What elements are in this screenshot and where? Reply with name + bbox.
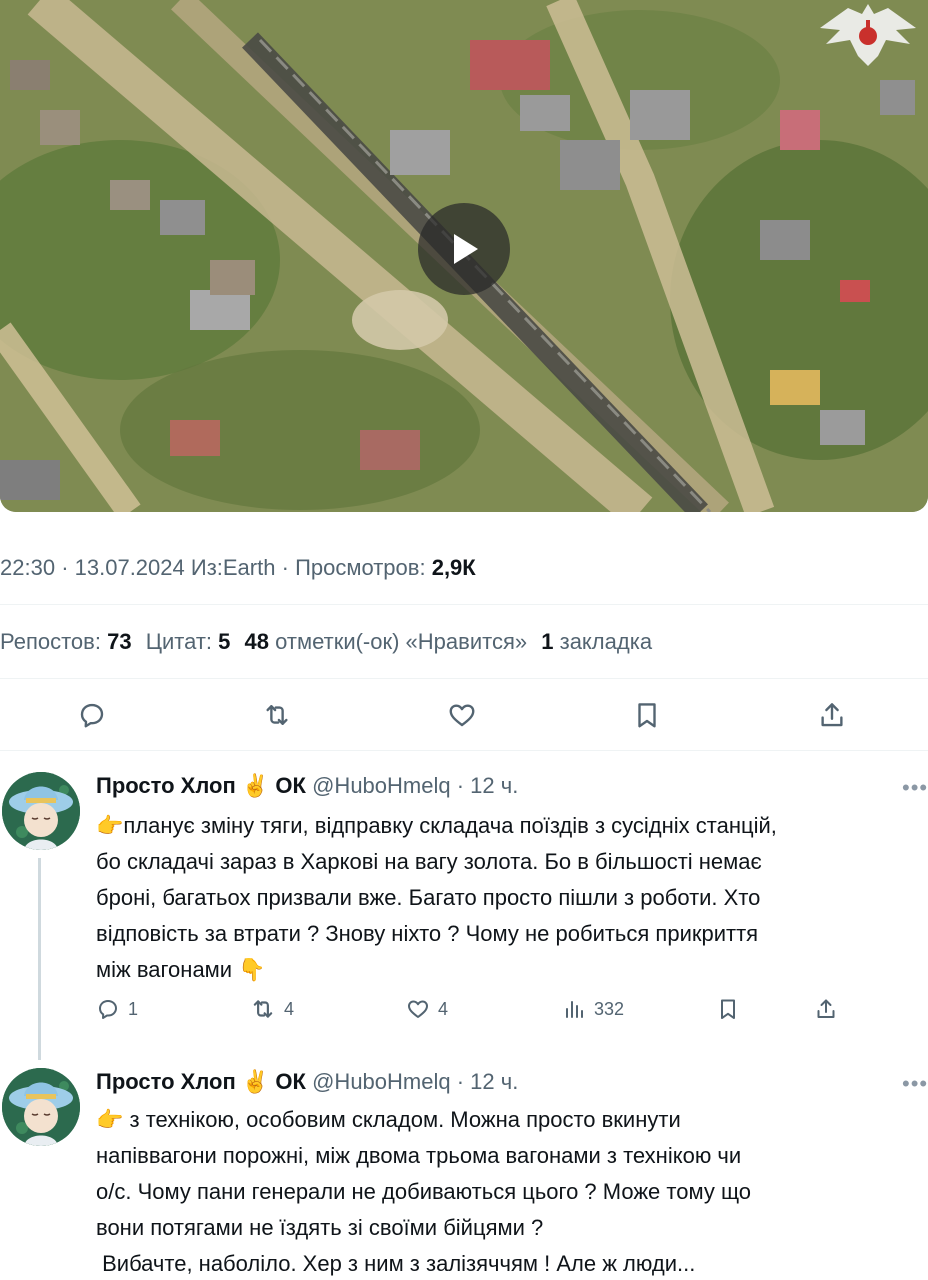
victory-hand-emoji: ✌️ (241, 774, 270, 799)
repost-icon (253, 1000, 273, 1018)
reply-header: Просто Хлоп ✌️ ОК @HuboHmelq · 12 ч. (96, 770, 518, 802)
reply-text-line: Вибачте, наболіло. Хер з ним з залізяччя… (96, 1251, 696, 1276)
play-button[interactable] (418, 203, 510, 295)
meta-dot: · (61, 555, 75, 580)
like-button[interactable]: 4 (406, 994, 448, 1024)
reply-text-line: бо складачі зараз в Харкові на вагу золо… (96, 849, 762, 874)
divider (0, 750, 928, 751)
reply-text-line: відповість за втрати ? Знову ніхто ? Чом… (96, 921, 759, 946)
tweet-action-bar (0, 686, 928, 744)
views-label: Просмотров: (295, 555, 426, 580)
reply-header: Просто Хлоп ✌️ ОК @HuboHmelq · 12 ч. (96, 1066, 518, 1098)
heart-icon (408, 1000, 428, 1018)
tweet-stats: Репостов: 73 Цитат: 5 48 отметки(-ок) «Н… (0, 626, 928, 658)
reply-button[interactable] (75, 698, 109, 732)
display-name[interactable]: Просто Хлоп (96, 773, 236, 798)
reply-text-line: 👉планує зміну тяги, відправку складача п… (96, 813, 777, 838)
like-button[interactable] (445, 698, 479, 732)
share-icon (821, 703, 843, 727)
bookmark-button[interactable] (630, 698, 664, 732)
share-button[interactable] (814, 994, 838, 1024)
bookmarks-count: 1 (541, 629, 554, 654)
reposts-count: 73 (107, 629, 132, 654)
reply-tweet[interactable]: Просто Хлоп ✌️ ОК @HuboHmelq · 12 ч. •••… (0, 1066, 928, 1280)
quotes-stat[interactable]: Цитат: 5 (146, 629, 231, 654)
bookmarks-stat[interactable]: 1 закладка (541, 629, 652, 654)
more-options-icon[interactable]: ••• (902, 777, 928, 806)
avatar-image (2, 1068, 80, 1146)
share-icon (817, 999, 835, 1018)
meta-dot: · (281, 555, 296, 580)
avatar-image (2, 772, 80, 850)
thread-line (38, 858, 41, 1060)
user-handle[interactable]: @HuboHmelq (312, 1069, 451, 1094)
reply-text-line: броні, багатьох призвали вже. Багато про… (96, 885, 761, 910)
reply-text: 👉планує зміну тяги, відправку складача п… (96, 808, 916, 988)
reply-tweet[interactable]: Просто Хлоп ✌️ ОК @HuboHmelq · 12 ч. •••… (0, 770, 928, 1060)
quotes-label: Цитат: (145, 629, 213, 654)
like-count: 4 (438, 998, 449, 1019)
reply-text-line: напіввагони порожні, між двома трьома ва… (96, 1143, 742, 1168)
likes-label: отметки(-ок) «Нравится» (275, 629, 528, 654)
likes-stat[interactable]: 48 отметки(-ок) «Нравится» (245, 629, 528, 654)
reply-icon (80, 703, 104, 728)
tweet-time[interactable]: 22:30 (0, 555, 55, 580)
tweet-date[interactable]: 13.07.2024 (75, 555, 185, 580)
play-icon (454, 234, 478, 264)
repost-count: 4 (284, 998, 295, 1019)
repost-button[interactable] (260, 698, 294, 732)
views-count: 2,9К (431, 555, 476, 580)
quotes-count: 5 (218, 629, 231, 654)
double-headed-eagle-emblem (820, 4, 916, 66)
repost-icon (266, 705, 288, 725)
reply-text-line: о/с. Чому пани генерали не добиваються ц… (96, 1179, 752, 1204)
bookmarks-label: закладка (559, 629, 653, 654)
display-name-suffix: ОК (275, 773, 306, 798)
user-handle[interactable]: @HuboHmelq (312, 773, 451, 798)
views-chart-icon (566, 1001, 583, 1018)
view-count: 332 (594, 998, 625, 1019)
share-button[interactable] (815, 698, 849, 732)
repost-button[interactable]: 4 (250, 994, 294, 1024)
reply-count: 1 (128, 998, 139, 1019)
reply-action-bar: 1 4 4 332 (96, 994, 876, 1024)
reply-time[interactable]: · 12 ч. (457, 1069, 519, 1094)
reply-icon (99, 1000, 117, 1019)
victory-hand-emoji: ✌️ (241, 1070, 270, 1095)
bookmark-icon (721, 999, 735, 1019)
reply-time[interactable]: · 12 ч. (457, 773, 519, 798)
tweet-video[interactable] (0, 0, 928, 512)
reply-text-line: 👉 з технікою, особовим складом. Можна пр… (96, 1107, 681, 1132)
reply-text-line: між вагонами 👇 (96, 957, 266, 982)
reposts-label: Репостов: (0, 629, 101, 654)
tweet-meta: 22:30 · 13.07.2024 Из:Earth · Просмотров… (0, 552, 928, 584)
bookmark-button[interactable] (716, 994, 740, 1024)
tweet-source: Из:Earth (190, 555, 276, 580)
divider (0, 678, 928, 679)
avatar[interactable] (2, 772, 80, 850)
bookmark-icon (638, 703, 656, 728)
reply-text: 👉 з технікою, особовим складом. Можна пр… (96, 1102, 916, 1280)
divider (0, 604, 928, 605)
views-button[interactable]: 332 (562, 994, 624, 1024)
reposts-stat[interactable]: Репостов: 73 (0, 629, 132, 654)
avatar[interactable] (2, 1068, 80, 1146)
heart-icon (449, 704, 475, 727)
display-name[interactable]: Просто Хлоп (96, 1069, 236, 1094)
more-options-icon[interactable]: ••• (902, 1073, 928, 1102)
likes-count: 48 (244, 629, 270, 654)
reply-button[interactable]: 1 (96, 994, 138, 1024)
display-name-suffix: ОК (275, 1069, 306, 1094)
reply-text-line: вони потягами не їздять зі своїми бійцям… (96, 1215, 544, 1240)
